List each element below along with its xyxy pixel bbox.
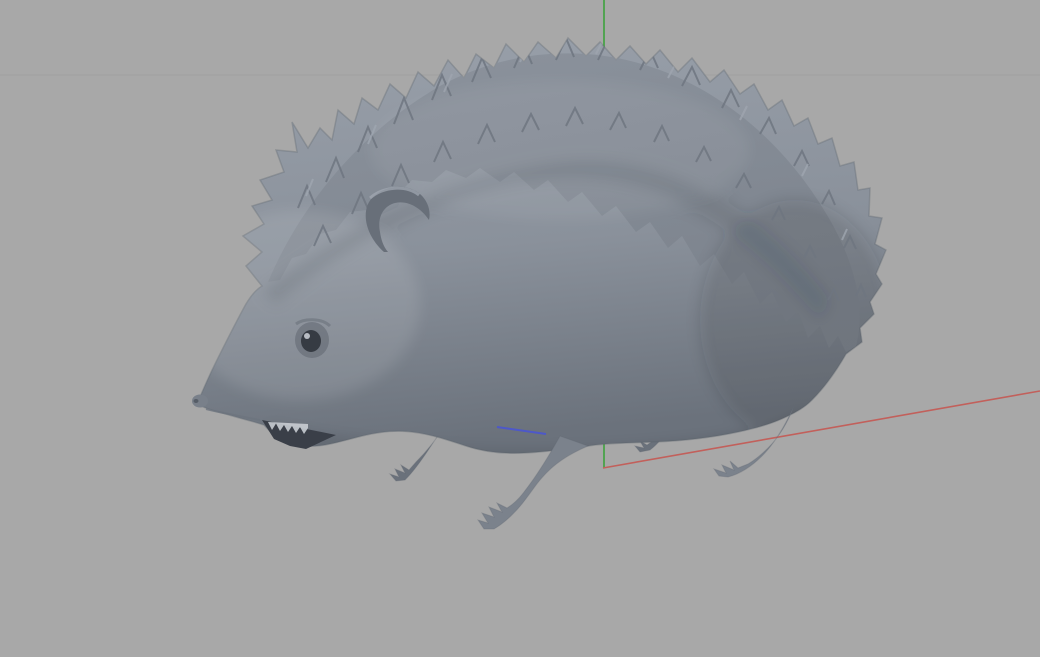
eye	[301, 330, 321, 352]
nostril	[193, 399, 199, 403]
eye-highlight	[304, 333, 310, 339]
viewport-canvas[interactable]	[0, 0, 1040, 657]
viewport	[0, 0, 1040, 657]
